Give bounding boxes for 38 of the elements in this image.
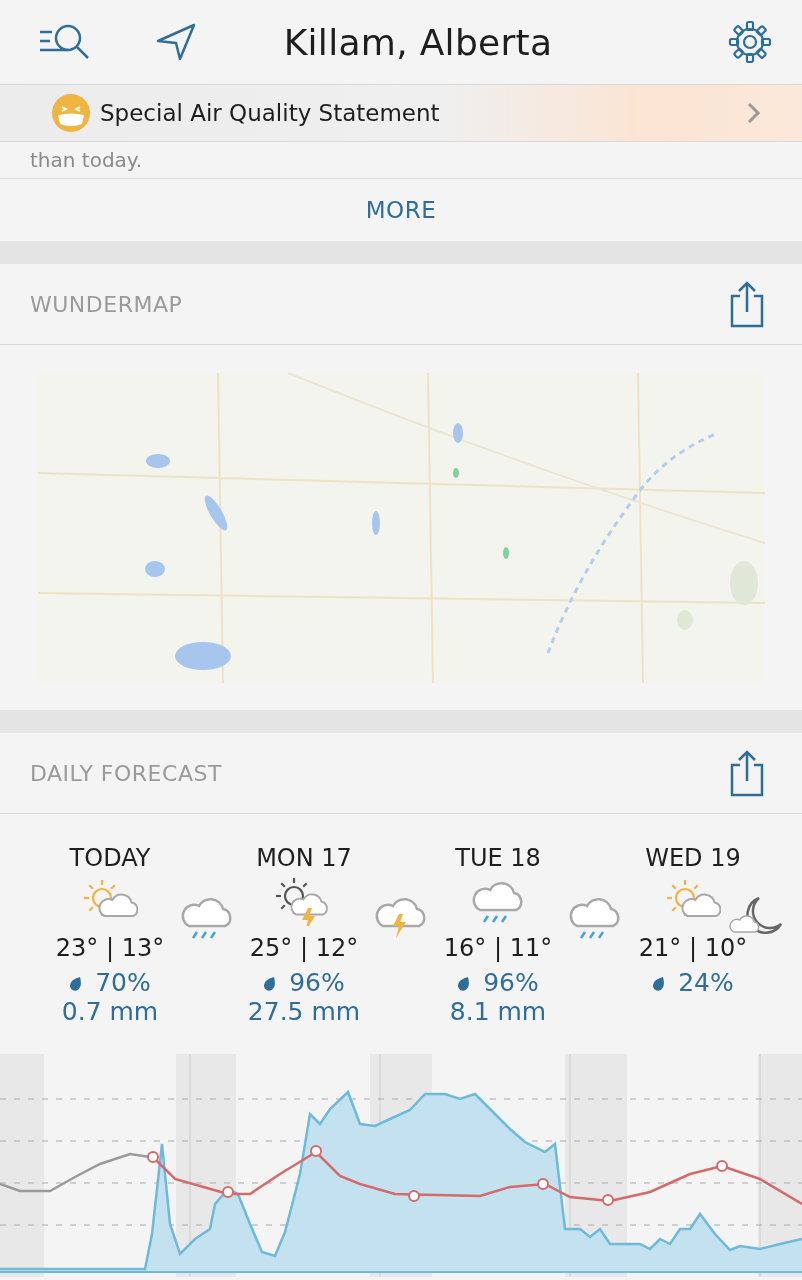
- share-icon[interactable]: [728, 749, 766, 797]
- temperature-point: [147, 1151, 159, 1163]
- temperature-point: [222, 1186, 234, 1198]
- temperature-point: [408, 1190, 420, 1202]
- temperature-point: [537, 1178, 549, 1190]
- settings-icon[interactable]: [728, 20, 772, 64]
- location-arrow-icon[interactable]: [154, 21, 198, 63]
- raindrop-icon: [457, 974, 472, 991]
- temperature-range: 16° | 11°: [443, 934, 553, 962]
- precip-chance: 70%: [95, 968, 151, 997]
- section-title: WUNDERMAP: [30, 291, 183, 317]
- alert-banner[interactable]: Special Air Quality Statement: [0, 85, 802, 142]
- precip-chance: 24%: [678, 968, 734, 997]
- day-label: TUE 18: [455, 844, 541, 872]
- chevron-right-icon: [746, 101, 762, 125]
- raindrop-icon: [652, 974, 667, 991]
- temperature-point: [310, 1145, 322, 1157]
- day-label: MON 17: [256, 844, 352, 872]
- precip-amount: 0.7 mm: [61, 997, 159, 1026]
- raindrop-icon: [69, 974, 84, 991]
- day-label: TODAY: [69, 844, 151, 872]
- face-mask-icon: [52, 94, 90, 132]
- location-title: Killam, Alberta: [282, 21, 554, 63]
- temperature-range: 21° | 10°: [638, 934, 748, 962]
- section-title: DAILY FORECAST: [30, 760, 222, 786]
- precip-amount: 8.1 mm: [449, 997, 547, 1026]
- precip-chance: 96%: [483, 968, 539, 997]
- temperature-range: 23° | 13°: [55, 934, 165, 962]
- forecast-text: than today.: [30, 148, 143, 172]
- temperature-range: 25° | 12°: [249, 934, 359, 962]
- temperature-point: [602, 1194, 614, 1206]
- alert-text: Special Air Quality Statement: [100, 100, 441, 126]
- temperature-point: [716, 1160, 728, 1172]
- precip-chance: 96%: [289, 968, 345, 997]
- precip-amount: 27.5 mm: [247, 997, 361, 1026]
- raindrop-icon: [263, 974, 278, 991]
- share-icon[interactable]: [728, 280, 766, 328]
- day-label: WED 19: [645, 844, 741, 872]
